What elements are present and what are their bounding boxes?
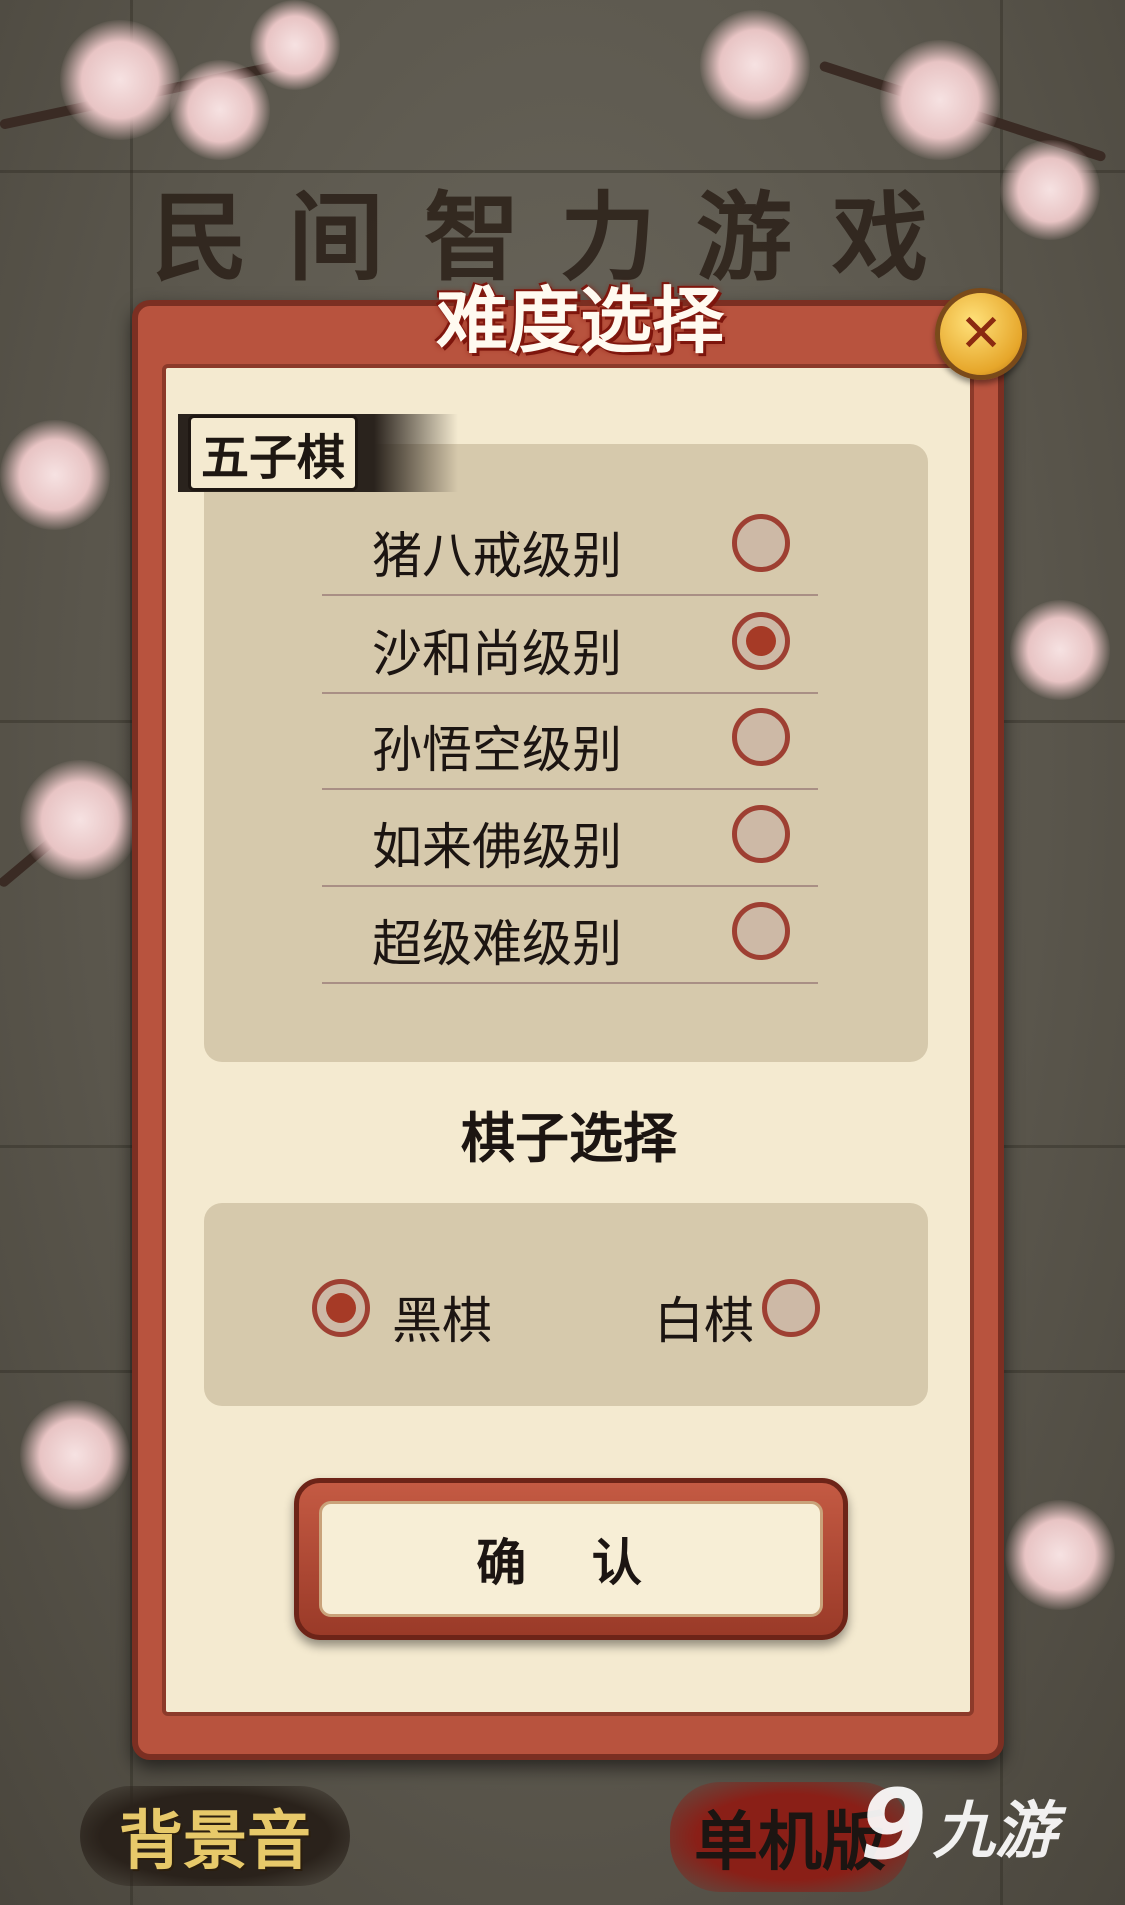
confirm-label: 确 认 [476, 1534, 666, 1592]
piece-label: 白棋 [654, 1292, 754, 1350]
difficulty-option[interactable]: 超级难级别 [322, 886, 818, 984]
difficulty-options: 猪八戒级别 沙和尚级别 孙悟空级别 如来佛级别 超级难级别 [204, 444, 928, 1062]
radio-button-selected[interactable] [732, 612, 790, 670]
difficulty-option[interactable]: 沙和尚级别 [322, 596, 818, 694]
piece-option-white[interactable]: 白棋 [654, 1273, 854, 1350]
difficulty-label: 如来佛级别 [372, 818, 622, 876]
game-badge-label: 五子棋 [188, 415, 359, 491]
close-icon: ✕ [959, 304, 1003, 364]
radio-button[interactable] [732, 902, 790, 960]
watermark: 9 九游 [860, 1770, 1100, 1880]
radio-button[interactable] [732, 805, 790, 863]
music-label: 背景音 [119, 1804, 311, 1879]
background-music-button[interactable]: 背景音 [80, 1786, 350, 1886]
close-button[interactable]: ✕ [935, 288, 1027, 380]
difficulty-label: 孙悟空级别 [372, 721, 622, 779]
difficulty-option[interactable]: 如来佛级别 [322, 789, 818, 887]
watermark-text: 九游 [932, 1794, 1057, 1867]
single-player-label: 单机版 [694, 1805, 886, 1880]
watermark-logo-icon: 9 [860, 1769, 927, 1881]
radio-button-selected[interactable] [312, 1279, 370, 1337]
game-badge: 五子棋 [178, 414, 458, 492]
radio-button[interactable] [732, 514, 790, 572]
confirm-button-face: 确 认 [319, 1501, 823, 1617]
piece-label: 黑棋 [392, 1292, 492, 1350]
piece-option-black[interactable]: 黑棋 [312, 1273, 512, 1350]
dialog-header: 难度选择 [435, 278, 724, 363]
piece-options: 黑棋 白棋 [204, 1203, 928, 1406]
difficulty-label: 超级难级别 [372, 915, 622, 973]
difficulty-option[interactable]: 猪八戒级别 [322, 498, 818, 596]
piece-section-title: 棋子选择 [461, 1107, 677, 1170]
difficulty-option[interactable]: 孙悟空级别 [322, 692, 818, 790]
radio-button[interactable] [762, 1279, 820, 1337]
confirm-button[interactable]: 确 认 [294, 1478, 848, 1640]
radio-button[interactable] [732, 708, 790, 766]
difficulty-label: 猪八戒级别 [372, 527, 622, 585]
difficulty-label: 沙和尚级别 [372, 625, 622, 683]
